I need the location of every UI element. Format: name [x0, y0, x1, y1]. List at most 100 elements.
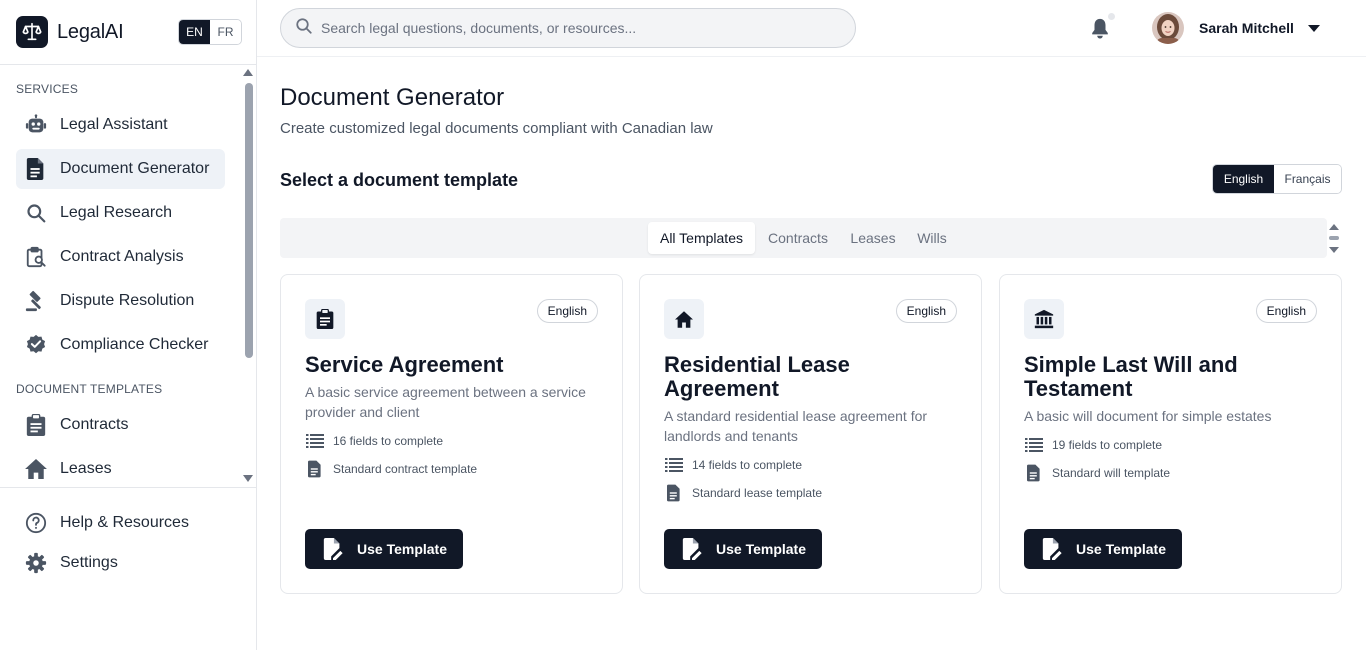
card-title: Simple Last Will and Testament — [1024, 352, 1238, 401]
avatar[interactable] — [1152, 12, 1184, 44]
document-edit-icon — [680, 537, 704, 561]
sidebar-item-contract-analysis[interactable]: Contract Analysis — [16, 237, 225, 277]
template-language-toggle: English Français — [1212, 164, 1342, 194]
use-template-label: Use Template — [1076, 541, 1166, 557]
language-french-button[interactable]: Français — [1274, 165, 1341, 193]
fields-count: 19 fields to complete — [1024, 435, 1162, 455]
use-template-button[interactable]: Use Template — [305, 529, 463, 569]
sidebar-item-label: Document Generator — [60, 160, 210, 177]
tab-all-templates[interactable]: All Templates — [648, 222, 755, 254]
template-type-text: Standard lease template — [692, 486, 823, 500]
chevron-down-icon[interactable] — [1308, 25, 1320, 32]
sidebar-item-settings[interactable]: Settings — [16, 543, 225, 583]
sidebar-item-label: Compliance Checker — [60, 336, 209, 353]
lang-en-button[interactable]: EN — [179, 20, 210, 44]
tab-leases[interactable]: Leases — [844, 222, 902, 254]
document-icon — [1024, 463, 1044, 483]
sidebar-item-label: Legal Research — [60, 204, 173, 221]
notification-dot — [1108, 13, 1115, 20]
user-name[interactable]: Sarah Mitchell — [1199, 20, 1294, 36]
use-template-button[interactable]: Use Template — [1024, 529, 1182, 569]
scroll-up-icon[interactable] — [243, 69, 253, 76]
template-type-text: Standard will template — [1052, 466, 1171, 480]
sidebar-item-contracts[interactable]: Contracts — [16, 405, 225, 445]
template-type: Standard contract template — [305, 459, 477, 479]
card-title: Service Agreement — [305, 352, 504, 377]
use-template-label: Use Template — [716, 541, 806, 557]
home-icon — [24, 457, 48, 481]
fields-count-text: 16 fields to complete — [333, 434, 444, 448]
scroll-down-icon[interactable] — [1329, 247, 1339, 253]
document-icon — [305, 459, 325, 479]
card-description: A basic service agreement between a serv… — [305, 384, 586, 420]
notification-bell-icon[interactable] — [1088, 16, 1112, 40]
search-input[interactable] — [321, 20, 821, 36]
sidebar-item-label: Help & Resources — [60, 514, 189, 531]
tab-contracts[interactable]: Contracts — [759, 222, 837, 254]
help-icon — [24, 511, 48, 535]
language-switch: EN FR — [178, 19, 242, 45]
fields-count: 14 fields to complete — [664, 455, 802, 475]
sidebar-item-help[interactable]: Help & Resources — [16, 503, 225, 543]
template-type: Standard will template — [1024, 463, 1170, 483]
fields-count: 16 fields to complete — [305, 431, 443, 451]
brand[interactable]: LegalAI — [16, 16, 124, 48]
sidebar-item-dispute-resolution[interactable]: Dispute Resolution — [16, 281, 225, 321]
clipboard-search-icon — [24, 245, 48, 269]
sidebar-item-document-generator[interactable]: Document Generator — [16, 149, 225, 189]
page-subtitle: Create customized legal documents compli… — [280, 120, 713, 137]
divider — [0, 487, 256, 488]
sidebar: LegalAI EN FR SERVICES Legal Assistant D… — [0, 0, 257, 650]
section-heading: Select a document template — [280, 170, 519, 190]
sidebar-item-leases[interactable]: Leases — [16, 449, 225, 486]
use-template-label: Use Template — [357, 541, 447, 557]
sidebar-item-label: Dispute Resolution — [60, 292, 195, 309]
list-icon — [664, 455, 684, 475]
templates-section-label: DOCUMENT TEMPLATES — [16, 382, 163, 396]
search-icon — [295, 17, 313, 40]
scroll-down-icon[interactable] — [243, 475, 253, 482]
search-bar — [280, 8, 856, 48]
services-section-label: SERVICES — [16, 82, 79, 96]
document-icon — [664, 483, 684, 503]
card-description: A basic will document for simple estates — [1024, 408, 1272, 424]
sidebar-item-label: Legal Assistant — [60, 116, 168, 133]
language-badge: English — [1255, 299, 1317, 323]
list-icon — [305, 431, 325, 451]
clipboard-icon — [305, 299, 345, 339]
home-icon — [664, 299, 704, 339]
card-title: Residential Lease Agreement — [664, 352, 850, 401]
scales-icon — [16, 16, 48, 48]
tab-wills[interactable]: Wills — [909, 222, 955, 254]
robot-icon — [24, 113, 48, 137]
sidebar-item-label: Contracts — [60, 416, 129, 433]
document-icon — [24, 157, 48, 181]
scroll-up-icon[interactable] — [1329, 224, 1339, 230]
sidebar-item-legal-research[interactable]: Legal Research — [16, 193, 225, 233]
fields-count-text: 14 fields to complete — [692, 458, 803, 472]
tabs-scroll-thumb[interactable] — [1329, 236, 1339, 240]
divider — [257, 56, 1366, 57]
sidebar-item-label: Settings — [60, 554, 118, 571]
use-template-button[interactable]: Use Template — [664, 529, 822, 569]
sidebar-item-label: Contract Analysis — [60, 248, 184, 265]
divider — [0, 64, 256, 65]
sidebar-nav: SERVICES Legal Assistant Document Genera… — [0, 66, 256, 486]
clipboard-icon — [24, 413, 48, 437]
sidebar-item-compliance-checker[interactable]: Compliance Checker — [16, 325, 225, 365]
template-card-last-will: English Simple Last Will and Testament A… — [999, 274, 1342, 594]
language-english-button[interactable]: English — [1213, 165, 1274, 193]
card-description: A standard residential lease agreement f… — [664, 408, 928, 444]
template-type-text: Standard contract template — [333, 462, 478, 476]
language-badge: English — [536, 299, 598, 323]
document-edit-icon — [1040, 537, 1064, 561]
document-edit-icon — [321, 537, 345, 561]
template-card-residential-lease: English Residential Lease Agreement A st… — [639, 274, 982, 594]
fields-count-text: 19 fields to complete — [1052, 438, 1163, 452]
gear-icon — [24, 551, 48, 575]
template-tabs: All Templates Contracts Leases Wills — [280, 218, 1327, 258]
lang-fr-button[interactable]: FR — [210, 20, 241, 44]
template-type: Standard lease template — [664, 483, 822, 503]
sidebar-item-legal-assistant[interactable]: Legal Assistant — [16, 105, 225, 145]
sidebar-scroll-thumb[interactable] — [245, 83, 253, 358]
